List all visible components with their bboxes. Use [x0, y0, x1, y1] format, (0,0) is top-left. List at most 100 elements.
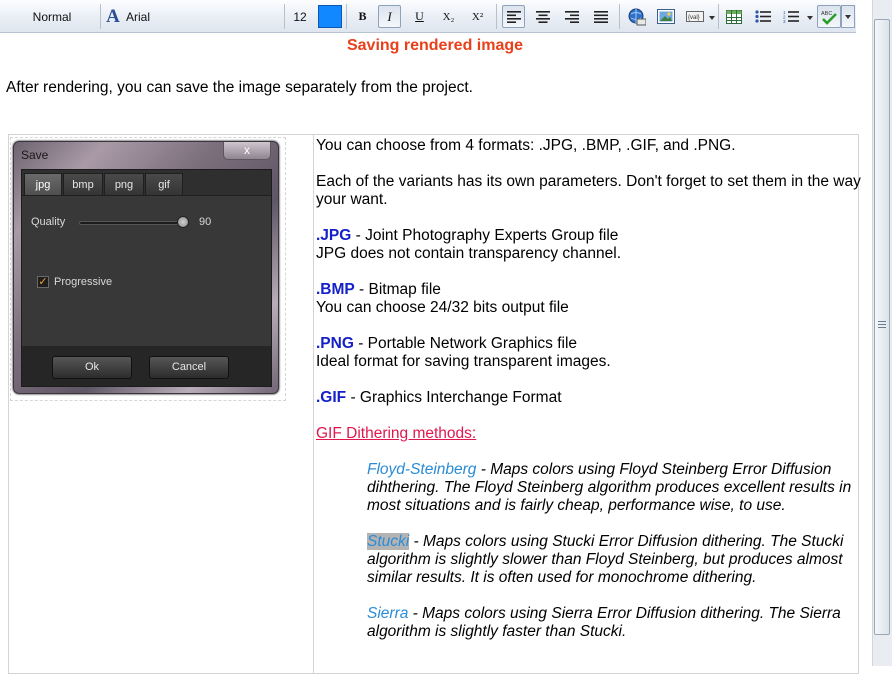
bmp-block: .BMP - Bitmap file You can choose 24/32 … [316, 281, 862, 317]
svg-text:ABC: ABC [821, 11, 832, 17]
italic-button[interactable]: I [378, 5, 401, 28]
formatting-toolbar: Normal A Arial 12 B I U X₂ X² {val} 1 2 … [0, 0, 856, 33]
field-icon: {val} [686, 11, 704, 22]
toolbar-separator [718, 4, 719, 29]
svg-text:3: 3 [783, 19, 786, 23]
paragraph-style-value: Normal [32, 9, 72, 24]
paragraph-style-combo[interactable]: Normal [4, 0, 100, 33]
insert-image-button[interactable] [654, 5, 677, 28]
insert-field-button[interactable]: {val} [682, 5, 715, 28]
tab-jpg: jpg [24, 173, 62, 195]
close-icon: x [223, 142, 271, 160]
tab-gif: gif [145, 173, 183, 195]
spellcheck-dropdown[interactable] [841, 5, 855, 28]
document-title: Saving rendered image [346, 37, 524, 54]
bullets-button[interactable] [751, 5, 774, 28]
quality-slider [79, 221, 184, 225]
scrollbar-grip [878, 324, 886, 325]
dialog-footer: Ok Cancel [21, 346, 272, 387]
image-icon [656, 9, 675, 24]
quality-label: Quality [31, 216, 66, 228]
method-name-link[interactable]: Stucki [367, 533, 410, 550]
italic-icon: I [387, 8, 392, 24]
method-description: - Maps colors using Stucki Error Diffusi… [367, 533, 844, 586]
toolbar-separator [346, 4, 347, 29]
toolbar-separator [619, 4, 620, 29]
dithering-heading-link[interactable]: GIF Dithering methods: [316, 425, 476, 442]
scrollbar-grip [878, 327, 886, 328]
png-keyword: .PNG [316, 335, 354, 352]
toolbar-separator [496, 4, 497, 29]
method-name-link[interactable]: Floyd-Steinberg [367, 461, 476, 478]
toolbar-separator [284, 4, 285, 29]
cancel-button: Cancel [149, 356, 229, 379]
tab-png: png [104, 173, 144, 195]
formats-description: You can choose from 4 formats: .JPG, .BM… [316, 137, 862, 659]
gif-keyword: .GIF [316, 389, 347, 406]
png-block: .PNG - Portable Network Graphics file Id… [316, 335, 862, 371]
justify-button[interactable] [589, 5, 612, 28]
underline-button[interactable]: U [408, 5, 431, 28]
align-left-button[interactable] [502, 5, 525, 28]
png-description: - Portable Network Graphics file [353, 335, 578, 352]
hyperlink-button[interactable] [625, 5, 648, 28]
dialog-title: Save [21, 148, 49, 162]
gif-description: - Graphics Interchange Format [346, 389, 562, 406]
params-line: Each of the variants has its own paramet… [316, 173, 861, 208]
align-left-icon [506, 10, 521, 23]
dithering-block: GIF Dithering methods: [316, 425, 862, 443]
align-right-button[interactable] [560, 5, 583, 28]
jpg-block: .JPG - Joint Photography Experts Group f… [316, 227, 862, 263]
bullets-icon [754, 10, 771, 23]
superscript-icon: X² [471, 10, 484, 23]
superscript-button[interactable]: X² [466, 5, 489, 28]
formats-line: You can choose from 4 formats: .JPG, .BM… [316, 137, 736, 154]
bmp-note: You can choose 24/32 bits output file [316, 299, 569, 316]
toolbar-separator [100, 4, 101, 29]
font-color-button[interactable] [318, 5, 342, 28]
table-column-divider [313, 134, 314, 674]
font-name-value: Arial [126, 9, 151, 24]
font-icon: A [106, 5, 120, 27]
font-name-combo[interactable]: Arial [126, 0, 276, 33]
font-size-value: 12 [293, 9, 307, 24]
ok-button: Ok [52, 356, 132, 379]
align-center-icon [535, 10, 550, 23]
progressive-checkbox: ✓ [37, 276, 49, 288]
quality-value: 90 [199, 216, 212, 228]
jpg-keyword: .JPG [316, 227, 352, 244]
save-dialog-screenshot: Save x jpg bmp png gif Quality 90 ✓ Prog… [13, 141, 279, 394]
jpg-note: JPG does not contain transparency channe… [316, 245, 622, 262]
chevron-down-icon [807, 16, 813, 20]
align-center-button[interactable] [531, 5, 554, 28]
method-sierra: Sierra - Maps colors using Sierra Error … [367, 605, 862, 641]
spellcheck-icon: ABC [821, 11, 837, 25]
method-floyd-steinberg: Floyd-Steinberg - Maps colors using Floy… [367, 461, 862, 515]
chevron-down-icon [845, 15, 851, 19]
bmp-description: - Bitmap file [354, 281, 441, 298]
method-name-link[interactable]: Sierra [367, 605, 408, 622]
underline-icon: U [415, 9, 424, 23]
scrollbar-grip [878, 321, 886, 322]
png-note: Ideal format for saving transparent imag… [316, 353, 611, 370]
tab-bmp: bmp [63, 173, 103, 195]
dialog-body: jpg bmp png gif Quality 90 ✓ Progressive [21, 169, 272, 346]
method-description: - Maps colors using Sierra Error Diffusi… [367, 605, 841, 640]
hyperlink-icon [628, 8, 646, 25]
bold-button[interactable]: B [351, 5, 374, 28]
align-right-icon [564, 10, 579, 23]
progressive-label: Progressive [54, 276, 113, 288]
spellcheck-button[interactable]: ABC [817, 5, 841, 28]
method-stucki: Stucki - Maps colors using Stucki Error … [367, 533, 862, 587]
bmp-keyword: .BMP [316, 281, 355, 298]
table-icon [725, 9, 742, 24]
numbering-icon: 123 [783, 10, 799, 23]
gif-block: .GIF - Graphics Interchange Format [316, 389, 862, 407]
jpg-description: - Joint Photography Experts Group file [351, 227, 619, 244]
insert-table-button[interactable] [722, 5, 745, 28]
subscript-button[interactable]: X₂ [437, 5, 460, 28]
bold-icon: B [358, 9, 367, 23]
font-size-combo[interactable]: 12 [286, 0, 314, 33]
subscript-icon: X₂ [442, 10, 455, 23]
numbering-button[interactable]: 123 [779, 5, 815, 28]
